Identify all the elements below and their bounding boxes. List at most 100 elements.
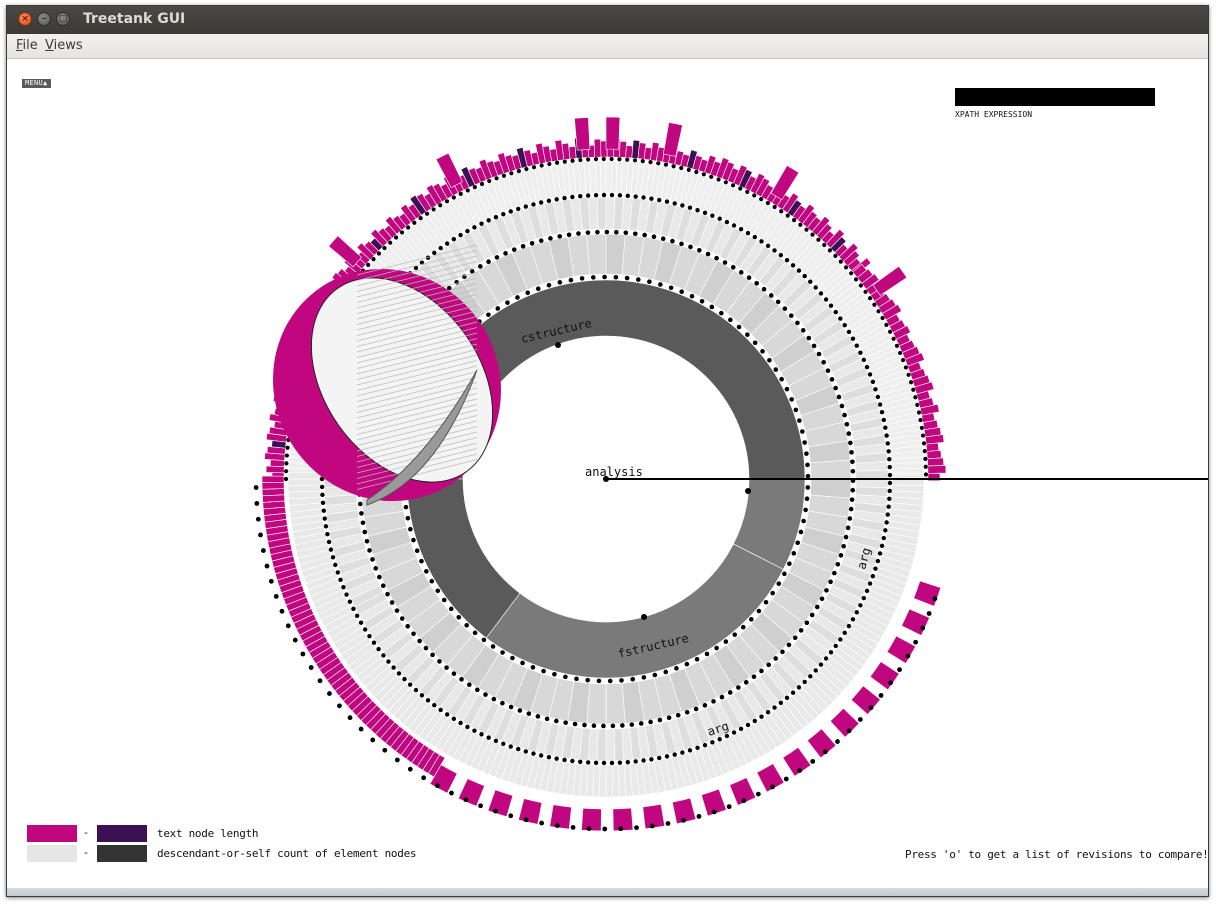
node-dot[interactable] (602, 826, 608, 832)
node-dot[interactable] (920, 433, 926, 438)
node-dot[interactable] (671, 164, 676, 169)
node-dot[interactable] (554, 756, 559, 761)
text-node-segment[interactable] (261, 475, 285, 483)
node-dot[interactable] (732, 632, 738, 637)
node-dot[interactable] (828, 579, 833, 585)
node-dot[interactable] (850, 617, 856, 622)
node-dot[interactable] (609, 156, 614, 162)
node-dot[interactable] (804, 451, 809, 456)
node-dot[interactable] (273, 594, 279, 599)
node-dot[interactable] (660, 236, 666, 242)
node-dot[interactable] (841, 543, 846, 549)
node-dot[interactable] (711, 809, 717, 815)
node-dot[interactable] (828, 650, 834, 655)
node-dot[interactable] (562, 195, 567, 201)
node-dot[interactable] (438, 245, 443, 251)
node-dot[interactable] (887, 496, 892, 502)
node-dot[interactable] (766, 662, 771, 668)
node-dot[interactable] (531, 165, 537, 170)
node-dot[interactable] (688, 244, 693, 250)
node-dot[interactable] (745, 332, 750, 337)
node-dot[interactable] (861, 595, 867, 601)
node-dot[interactable] (641, 675, 647, 680)
node-dot[interactable] (846, 329, 852, 335)
ring4-segment[interactable] (287, 472, 321, 480)
node-dot[interactable] (887, 472, 893, 478)
node-dot[interactable] (864, 364, 870, 370)
ring3-segment[interactable] (605, 196, 616, 230)
node-dot[interactable] (523, 204, 529, 209)
node-dot[interactable] (407, 766, 413, 772)
node-dot[interactable] (897, 667, 902, 673)
node-dot[interactable] (389, 600, 395, 605)
node-dot[interactable] (695, 745, 700, 751)
node-dot[interactable] (438, 203, 443, 208)
node-dot[interactable] (920, 625, 926, 631)
node-dot[interactable] (634, 825, 639, 831)
node-dot[interactable] (554, 718, 559, 724)
node-dot[interactable] (709, 174, 714, 179)
node-dot[interactable] (818, 291, 824, 296)
node-dot[interactable] (903, 365, 909, 370)
node-dot[interactable] (842, 412, 847, 418)
node-dot[interactable] (323, 524, 329, 529)
node-dot[interactable] (836, 394, 842, 400)
node-dot[interactable] (816, 237, 821, 242)
node-dot[interactable] (752, 234, 758, 240)
title-bar[interactable]: × – □ Treetank GUI (7, 6, 1208, 34)
node-dot[interactable] (773, 367, 779, 372)
node-dot[interactable] (538, 200, 544, 205)
node-dot[interactable] (879, 543, 885, 548)
node-dot[interactable] (765, 200, 771, 206)
node-dot[interactable] (803, 507, 808, 513)
node-dot[interactable] (479, 181, 485, 187)
node-dot[interactable] (686, 167, 691, 173)
node-dot[interactable] (741, 798, 747, 804)
node-dot[interactable] (382, 747, 388, 753)
node-dot[interactable] (578, 193, 583, 199)
node-dot[interactable] (858, 283, 863, 288)
node-dot[interactable] (894, 343, 900, 348)
node-dot[interactable] (752, 718, 758, 724)
node-dot[interactable] (684, 661, 690, 667)
node-dot[interactable] (328, 547, 334, 552)
node-dot[interactable] (804, 496, 810, 502)
node-dot[interactable] (341, 585, 346, 590)
node-dot[interactable] (875, 558, 881, 564)
node-dot[interactable] (876, 309, 881, 314)
node-dot[interactable] (751, 674, 757, 680)
node-dot[interactable] (717, 737, 722, 742)
node-dot[interactable] (418, 216, 423, 221)
node-dot[interactable] (515, 295, 520, 300)
node-dot[interactable] (738, 270, 744, 275)
node-dot[interactable] (663, 162, 669, 167)
node-dot[interactable] (842, 322, 847, 328)
node-dot[interactable] (411, 631, 416, 637)
node-dot[interactable] (308, 665, 314, 670)
node-dot[interactable] (649, 196, 654, 201)
node-dot[interactable] (849, 450, 854, 455)
node-dot[interactable] (822, 749, 828, 755)
node-dot[interactable] (805, 485, 811, 490)
node-dot[interactable] (360, 520, 366, 526)
node-dot[interactable] (838, 259, 843, 264)
node-dot[interactable] (832, 570, 837, 576)
node-dot[interactable] (260, 548, 266, 553)
node-dot[interactable] (791, 218, 797, 223)
node-dot[interactable] (547, 161, 552, 167)
node-dot[interactable] (898, 350, 903, 356)
node-dot[interactable] (508, 209, 513, 214)
node-dot[interactable] (563, 720, 568, 725)
ring2-segment[interactable] (810, 459, 852, 480)
node-dot[interactable] (722, 260, 728, 265)
node-dot[interactable] (844, 421, 850, 427)
node-dot[interactable] (491, 696, 497, 702)
node-dot[interactable] (601, 192, 607, 198)
ring3-segment[interactable] (613, 728, 625, 762)
node-dot[interactable] (413, 687, 419, 693)
node-dot[interactable] (776, 581, 782, 586)
node-dot[interactable] (330, 555, 336, 560)
node-dot[interactable] (849, 271, 854, 276)
node-dot[interactable] (523, 749, 529, 754)
ring4-segment[interactable] (605, 764, 613, 798)
